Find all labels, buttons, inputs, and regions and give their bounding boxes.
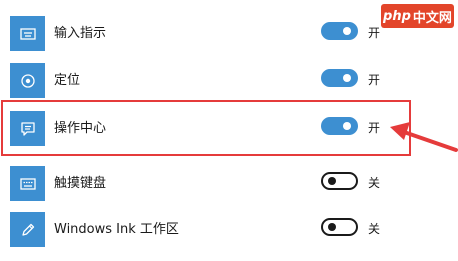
location-icon: [10, 63, 45, 98]
location-toggle[interactable]: [321, 69, 358, 87]
touch-keyboard-toggle[interactable]: [321, 172, 358, 190]
setting-label: 定位: [54, 73, 81, 88]
pen-icon: [10, 212, 45, 247]
toggle-state-label: 关: [368, 222, 381, 236]
input-indicator-toggle[interactable]: [321, 22, 358, 40]
setting-label: Windows Ink 工作区: [54, 222, 179, 237]
setting-label: 输入指示: [54, 26, 107, 41]
setting-row-windows-ink: Windows Ink 工作区 关: [0, 212, 458, 258]
highlight-box: [1, 100, 411, 156]
windows-ink-toggle[interactable]: [321, 218, 358, 236]
touch-keyboard-icon: [10, 166, 45, 201]
keyboard-icon: [10, 16, 45, 51]
toggle-knob: [343, 74, 351, 82]
toggle-state-label: 开: [368, 73, 381, 87]
toggle-state-label: 开: [368, 26, 381, 40]
toggle-knob: [343, 27, 351, 35]
watermark-site: 中文网: [412, 10, 452, 26]
toggle-knob: [328, 177, 336, 185]
pointer-arrow-icon: [390, 122, 458, 152]
watermark-brand: php: [383, 8, 411, 24]
setting-label: 触摸键盘: [54, 176, 107, 191]
setting-row-touch-keyboard: 触摸键盘 关: [0, 166, 458, 212]
toggle-knob: [328, 223, 336, 231]
toggle-state-label: 关: [368, 176, 381, 190]
site-watermark-logo: php 中文网: [381, 4, 454, 28]
